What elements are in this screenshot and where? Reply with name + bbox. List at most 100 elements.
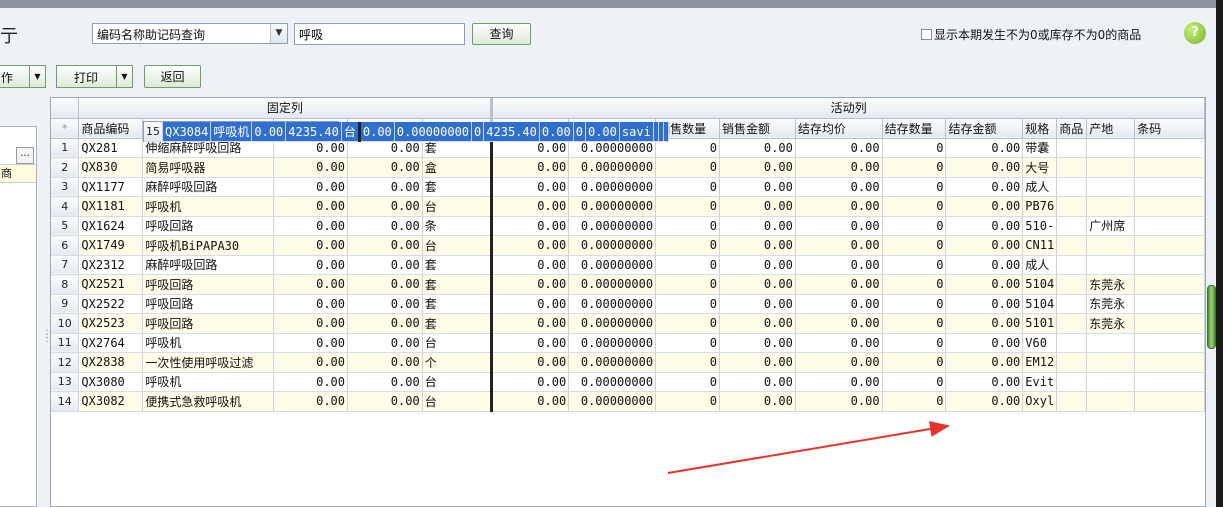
table-row[interactable]: 7 QX2312 麻醉呼吸回路 0.00 0.00 套 0.00 0.00000000 0 0.0… <box>51 255 1205 275</box>
cell-origin[interactable] <box>1086 333 1136 353</box>
cell-avg-price[interactable]: 0.00000000 <box>568 216 657 236</box>
cell-qty[interactable]: 0 <box>655 372 721 392</box>
cell-stock-amt[interactable]: 0.00 <box>945 391 1024 412</box>
cell-purchase[interactable]: 0.00 <box>491 313 570 334</box>
cell-stock-avg[interactable]: 0.00 <box>795 274 883 295</box>
cell-barcode[interactable] <box>1134 274 1205 295</box>
row-number[interactable]: 12 <box>51 352 80 373</box>
cell-cost[interactable]: 0.00 <box>273 216 349 236</box>
cell-stock-qty[interactable]: 0 <box>882 235 947 256</box>
table-row[interactable]: 15 QX3084 呼吸机 0.00 4235.40 台 0.00 0.00000000 0 42… <box>143 121 669 142</box>
cell-stock-qty[interactable]: 0 <box>882 255 947 275</box>
cell-unit[interactable]: 套 <box>422 255 494 275</box>
product-grid[interactable]: 固定列 活动列 * 商品编码商品名称销售成本盈利单位进货金额销售均价销售数量销售… <box>50 97 1206 507</box>
row-number[interactable]: 5 <box>51 216 80 236</box>
column-header-origin[interactable]: 产地 <box>1086 118 1136 139</box>
cell-code[interactable]: QX2838 <box>78 352 144 373</box>
cell-stock-amt[interactable]: 0.00 <box>945 216 1024 236</box>
cell-avg-price[interactable]: 0.00000000 <box>568 235 657 256</box>
cell-avg-price[interactable]: 0.00000000 <box>394 122 473 142</box>
cell-purchase[interactable]: 0.00 <box>491 255 570 275</box>
cell-barcode[interactable] <box>1134 372 1205 392</box>
cell-spec[interactable]: 带囊 <box>1022 138 1058 158</box>
cell-stock-qty[interactable]: 0 <box>882 216 947 236</box>
filter-checkbox[interactable] <box>921 29 932 40</box>
cell-goods[interactable] <box>1056 177 1088 197</box>
cell-barcode[interactable] <box>1134 391 1205 412</box>
cell-origin[interactable]: 东莞永 <box>1086 313 1136 334</box>
row-number[interactable]: 7 <box>51 255 80 275</box>
cell-unit[interactable]: 套 <box>422 294 494 314</box>
cell-name[interactable]: 呼吸回路 <box>142 274 275 295</box>
cell-spec[interactable]: 大号 <box>1022 157 1058 178</box>
cell-goods[interactable] <box>1056 274 1088 295</box>
cell-sales[interactable]: 0.00 <box>719 274 796 295</box>
cell-name[interactable]: 呼吸机 <box>142 196 275 217</box>
keyword-input[interactable] <box>294 23 465 45</box>
cell-origin[interactable] <box>1086 255 1136 275</box>
cell-barcode[interactable] <box>1134 216 1205 236</box>
table-row[interactable]: 11 QX2764 呼吸机 0.00 0.00 台 0.00 0.00000000 0 0.00 0… <box>51 333 1205 353</box>
cell-profit[interactable]: 0.00 <box>347 313 423 334</box>
cell-avg-price[interactable]: 0.00000000 <box>568 196 657 217</box>
cell-barcode[interactable] <box>1134 157 1205 178</box>
cell-unit[interactable]: 盒 <box>422 157 494 178</box>
table-row[interactable]: 12 QX2838 一次性使用呼吸过滤 0.00 0.00 个 0.00 0.00000000… <box>51 352 1205 373</box>
cell-name[interactable]: 呼吸机BiPAPA30 <box>142 235 275 256</box>
cell-cost[interactable]: 0.00 <box>273 372 349 392</box>
chevron-down-icon[interactable]: ▼ <box>270 24 287 43</box>
cell-stock-amt[interactable]: 0.00 <box>945 255 1024 275</box>
query-button[interactable]: 查询 <box>472 23 531 45</box>
column-header-code[interactable]: 商品编码 <box>78 118 144 139</box>
cell-sales[interactable]: 0.00 <box>719 294 796 314</box>
cell-stock-amt[interactable]: 0.00 <box>945 177 1024 197</box>
cell-sales[interactable]: 0.00 <box>719 255 796 275</box>
cell-avg-price[interactable]: 0.00000000 <box>568 333 657 353</box>
cell-spec[interactable]: savi <box>619 122 654 142</box>
cell-avg-price[interactable]: 0.00000000 <box>568 274 657 295</box>
cell-qty[interactable]: 0 <box>655 313 721 334</box>
cell-stock-qty[interactable]: 0 <box>882 294 947 314</box>
cell-unit[interactable]: 套 <box>422 274 494 295</box>
cell-cost[interactable]: 0.00 <box>273 255 349 275</box>
cell-stock-avg[interactable]: 0.00 <box>795 216 883 236</box>
column-header-barcode[interactable]: 条码 <box>1134 118 1205 139</box>
cell-barcode[interactable] <box>1134 255 1205 275</box>
cell-purchase[interactable]: 0.00 <box>491 216 570 236</box>
cell-code[interactable]: QX2764 <box>78 333 144 353</box>
cell-goods[interactable] <box>1056 216 1088 236</box>
cell-name[interactable]: 呼吸回路 <box>142 313 275 334</box>
cell-avg-price[interactable]: 0.00000000 <box>568 372 657 392</box>
cell-stock-avg[interactable]: 0.00 <box>539 122 574 142</box>
table-row[interactable]: 5 QX1624 呼吸回路 0.00 0.00 条 0.00 0.00000000 0 0.00 0… <box>51 216 1205 236</box>
cell-stock-amt[interactable]: 0.00 <box>945 157 1024 178</box>
cell-sales[interactable]: 0.00 <box>719 196 796 217</box>
table-row[interactable]: 10 QX2523 呼吸回路 0.00 0.00 套 0.00 0.00000000 0 0.00… <box>51 313 1205 334</box>
cell-spec[interactable]: 510- <box>1022 216 1058 236</box>
cell-goods[interactable] <box>1056 391 1088 412</box>
cell-profit[interactable]: 0.00 <box>347 372 423 392</box>
cell-origin[interactable]: 东莞永 <box>1086 294 1136 314</box>
chevron-down-icon[interactable]: ▼ <box>116 66 132 87</box>
cell-unit[interactable]: 台 <box>422 235 494 256</box>
cell-qty[interactable]: 0 <box>655 196 721 217</box>
cell-stock-qty[interactable]: 0 <box>882 352 947 373</box>
column-header-goods[interactable]: 商品 <box>1056 118 1088 139</box>
cell-avg-price[interactable]: 0.00000000 <box>568 177 657 197</box>
cell-name[interactable]: 麻醉呼吸回路 <box>142 177 275 197</box>
cell-barcode[interactable] <box>1134 313 1205 334</box>
cell-barcode[interactable] <box>1134 138 1205 158</box>
cell-name[interactable]: 呼吸机 <box>210 122 253 142</box>
cell-profit[interactable]: 0.00 <box>347 391 423 412</box>
cell-goods[interactable] <box>1056 313 1088 334</box>
table-row[interactable]: 14 QX3082 便携式急救呼吸机 0.00 0.00 台 0.00 0.00000000 0… <box>51 391 1205 412</box>
cell-spec[interactable]: 5104 <box>1022 294 1058 314</box>
cell-qty[interactable]: 0 <box>655 157 721 178</box>
cell-unit[interactable]: 台 <box>341 122 361 142</box>
cell-qty[interactable]: 0 <box>655 216 721 236</box>
cell-barcode[interactable] <box>1134 294 1205 314</box>
column-header-sales[interactable]: 销售金额 <box>719 118 796 139</box>
vertical-scrollbar-thumb[interactable] <box>1207 285 1216 349</box>
cell-name[interactable]: 一次性使用呼吸过滤 <box>142 352 275 373</box>
cell-qty[interactable]: 0 <box>655 391 721 412</box>
